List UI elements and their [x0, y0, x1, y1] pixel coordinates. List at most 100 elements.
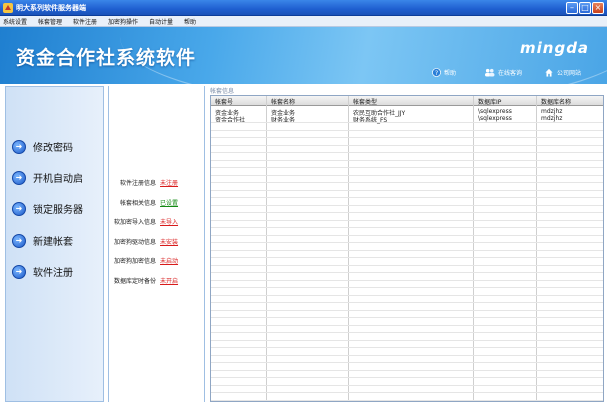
sidebar-item-autostart[interactable]: ➜ 开机自动启	[12, 170, 83, 185]
info-label: 软加密导入信息	[114, 219, 157, 226]
menu-system-settings[interactable]: 系统设置	[3, 17, 27, 26]
info-label: 帐套相关信息	[120, 200, 157, 207]
info-label: 加密狗加密信息	[114, 258, 157, 265]
column-header[interactable]: 帐套名称	[271, 97, 295, 106]
grid-line	[211, 219, 603, 221]
home-icon	[545, 68, 553, 77]
sidebar-item-label: 开机自动启	[33, 174, 83, 185]
sidebar-item-change-password[interactable]: ➜ 修改密码	[12, 139, 73, 154]
grid-line	[211, 227, 603, 228]
grid-line	[211, 167, 603, 168]
grid-line	[211, 317, 603, 318]
menu-bar: 系统设置 帐套管理 软件注册 加密狗操作 自动计量 帮助	[0, 16, 607, 27]
account-table-area: 帐套信息 帐套号 帐套名称 帐套类型 数据库IP 数据库名称 资金业务 资金业务…	[208, 86, 606, 402]
table-cell: \sqlexpress	[478, 115, 512, 122]
column-header[interactable]: 帐套号	[215, 97, 233, 106]
info-label: 数据库定时备份	[114, 278, 157, 285]
grid-line	[211, 257, 603, 258]
sidebar-item-lock-server[interactable]: ➜ 锁定服务器	[12, 201, 83, 216]
grid-line	[211, 384, 603, 386]
grid-line	[211, 144, 603, 146]
info-label: 加密狗驱动信息	[114, 239, 157, 246]
column-header[interactable]: 数据库IP	[478, 97, 501, 106]
grid-line	[211, 264, 603, 266]
grid-line	[211, 182, 603, 183]
arrow-right-icon: ➜	[12, 233, 26, 248]
info-label: 软件注册信息	[120, 180, 157, 187]
grid-line	[211, 354, 603, 356]
grid-line	[211, 159, 603, 161]
grid-line	[211, 197, 603, 198]
info-row-soft-encryption: 软加密导入信息 未导入	[114, 217, 178, 226]
grid-line	[211, 377, 603, 378]
sidebar-item-register[interactable]: ➜ 软件注册	[12, 264, 73, 279]
grid-line	[211, 369, 603, 371]
status-link[interactable]: 未注册	[160, 180, 178, 187]
info-row-dongle-encryption: 加密狗加密信息 未启动	[114, 256, 178, 265]
grid-line	[211, 332, 603, 333]
sidebar-item-label: 锁定服务器	[33, 205, 83, 216]
grid-line	[211, 152, 603, 153]
svg-text:?: ?	[435, 70, 438, 77]
status-link[interactable]: 已设置	[160, 200, 178, 207]
status-link[interactable]: 未启动	[160, 258, 178, 265]
table-cell: mdzjhz	[541, 108, 563, 115]
status-link[interactable]: 未导入	[160, 219, 178, 226]
status-link[interactable]: 未安装	[160, 239, 178, 246]
grid-line	[211, 279, 603, 281]
help-icon: ?	[432, 68, 441, 77]
arrow-right-icon: ➜	[12, 264, 26, 279]
help-link[interactable]: ? 帮助	[432, 67, 456, 78]
menu-auto-metering[interactable]: 自动计量	[149, 17, 173, 26]
grid-line	[211, 362, 603, 363]
grid-line	[211, 249, 603, 251]
people-icon	[485, 68, 495, 77]
grid-line	[211, 347, 603, 348]
grid-line	[211, 174, 603, 176]
grid-line	[211, 302, 603, 303]
minimize-button[interactable]: –	[566, 2, 578, 14]
sidebar: ➜ 修改密码 ➜ 开机自动启 ➜ 锁定服务器 ➜ 新建帐套 ➜ 软件注册	[5, 86, 104, 402]
info-row-account: 帐套相关信息 已设置	[120, 198, 178, 207]
column-header[interactable]: 帐套类型	[353, 97, 377, 106]
banner-title: 资金合作社系统软件	[16, 47, 197, 69]
grid-line	[211, 122, 603, 123]
online-consult-link[interactable]: 在线客询	[484, 67, 522, 78]
grid-line	[211, 137, 603, 138]
app-icon	[3, 3, 13, 13]
close-button[interactable]: ×	[592, 2, 604, 14]
menu-account-management[interactable]: 帐套管理	[38, 17, 62, 26]
help-link-label: 帮助	[444, 70, 457, 77]
grid-line	[211, 129, 603, 131]
window-title: 明大系列软件服务器端	[16, 4, 86, 12]
status-link[interactable]: 未开启	[160, 278, 178, 285]
grid-line	[211, 242, 603, 243]
info-row-dongle-driver: 加密狗驱动信息 未安装	[114, 237, 178, 246]
menu-software-registration[interactable]: 软件注册	[73, 17, 97, 26]
grid-line	[211, 294, 603, 296]
table-cell: mdzjhz	[541, 115, 563, 122]
menu-help[interactable]: 帮助	[184, 17, 196, 26]
arrow-right-icon: ➜	[12, 170, 26, 185]
arrow-right-icon: ➜	[12, 139, 26, 154]
grid-line	[211, 212, 603, 213]
status-panel: 软件注册信息 未注册 帐套相关信息 已设置 软加密导入信息 未导入 加密狗驱动信息 未安…	[108, 86, 205, 402]
column-header[interactable]: 数据库名称	[541, 97, 571, 106]
grid-line	[211, 272, 603, 273]
account-table[interactable]: 帐套号 帐套名称 帐套类型 数据库IP 数据库名称 资金业务 资金业务 农民互助…	[210, 95, 604, 402]
info-row-backup: 数据库定时备份 未开启	[114, 276, 178, 285]
brand-logo: mingda	[520, 39, 590, 57]
grid-line	[211, 339, 603, 341]
table-cell: \sqlexpress	[478, 108, 512, 115]
company-site-link[interactable]: 公司网站	[544, 67, 581, 78]
maximize-button[interactable]: □	[579, 2, 591, 14]
sidebar-item-label: 软件注册	[33, 268, 73, 279]
menu-dongle-operations[interactable]: 加密狗操作	[108, 17, 138, 26]
grid-line	[211, 189, 603, 191]
info-row-registration: 软件注册信息 未注册	[120, 178, 178, 187]
company-site-label: 公司网站	[557, 70, 582, 77]
sidebar-item-new-account[interactable]: ➜ 新建帐套	[12, 233, 73, 248]
header-banner: 资金合作社系统软件 mingda ? 帮助 在线客询 公司网站	[0, 27, 607, 84]
online-consult-label: 在线客询	[498, 70, 523, 77]
group-label: 帐套信息	[210, 88, 235, 95]
